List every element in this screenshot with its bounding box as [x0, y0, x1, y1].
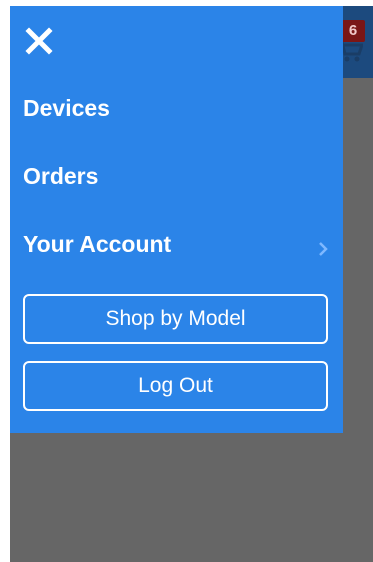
menu-item-label: Your Account [23, 230, 172, 257]
menu-item-orders[interactable]: Orders [23, 156, 343, 196]
menu-item-label: Devices [23, 94, 110, 121]
menu-item-your-account[interactable]: Your Account [23, 224, 343, 264]
cart-count-badge: 6 [341, 20, 365, 42]
menu-item-devices[interactable]: Devices [23, 88, 343, 128]
shop-by-model-button[interactable]: Shop by Model [23, 294, 328, 344]
menu-item-label: Orders [23, 162, 99, 189]
chevron-right-icon [317, 236, 329, 256]
nav-drawer: Devices Orders Your Account Shop by Mode… [10, 6, 343, 433]
close-icon [24, 27, 54, 60]
close-menu-button[interactable] [24, 26, 54, 56]
log-out-button[interactable]: Log Out [23, 361, 328, 411]
app-viewport: 6 Devices Orders Your Account Shop by Mo… [10, 6, 373, 562]
